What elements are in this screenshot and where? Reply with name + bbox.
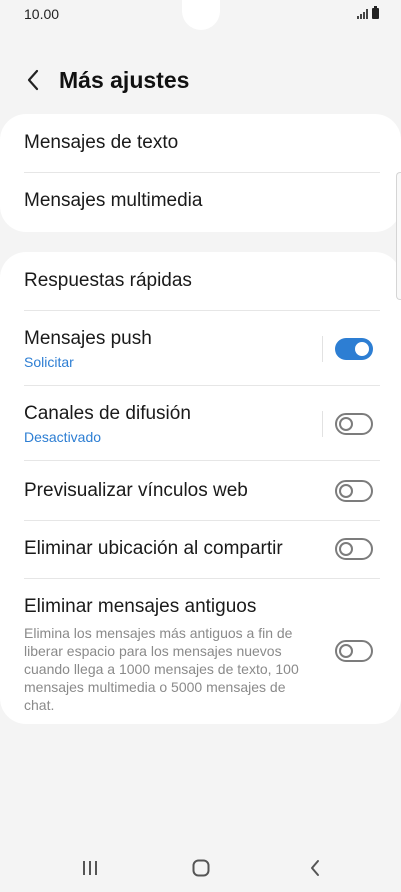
toggle-knob [339,484,353,498]
back-button[interactable] [18,64,48,96]
settings-card-messages: Mensajes de texto Mensajes multimedia [0,114,401,232]
battery-icon [372,6,379,19]
vertical-divider [322,336,323,362]
setting-description: Elimina los mensajes más antiguos a fin … [24,625,299,713]
broadcast-channels-toggle[interactable] [335,413,373,435]
delete-old-messages-switch-area [335,640,373,662]
home-button[interactable] [181,854,221,882]
push-messages-toggle[interactable] [335,338,373,360]
setting-title: Eliminar ubicación al compartir [24,538,283,559]
page-title: Más ajustes [59,67,190,93]
toggle-knob [353,340,371,358]
setting-title: Mensajes multimedia [24,190,203,211]
delete-old-messages-toggle[interactable] [335,640,373,662]
setting-quick-responses[interactable]: Respuestas rápidas [24,270,380,292]
setting-text-messages[interactable]: Mensajes de texto [24,132,380,154]
setting-preview-web-links[interactable]: Previsualizar vínculos web [24,480,380,502]
divider [24,172,380,173]
home-icon [192,859,210,877]
remove-location-toggle[interactable] [335,538,373,560]
scrollbar[interactable] [396,172,401,300]
settings-card-options: Respuestas rápidas Mensajes push Solicit… [0,252,401,724]
toggle-knob [339,644,353,658]
setting-title: Mensajes de texto [24,132,179,153]
setting-title: Previsualizar vínculos web [24,480,248,501]
status-bar: 10.00 [0,0,401,30]
divider [24,310,380,311]
navigation-bar [0,846,401,892]
setting-multimedia-messages[interactable]: Mensajes multimedia [24,190,380,212]
preview-web-links-switch-area [335,480,373,502]
recents-icon [83,861,97,875]
camera-notch [182,0,220,30]
status-icons [357,6,379,19]
divider [24,460,380,461]
signal-icon [357,9,368,19]
chevron-left-icon [27,69,39,91]
toggle-knob [339,417,353,431]
preview-web-links-toggle[interactable] [335,480,373,502]
recents-button[interactable] [70,854,110,882]
remove-location-switch-area [335,538,373,560]
system-back-button[interactable] [295,854,335,882]
setting-delete-old-messages[interactable]: Eliminar mensajes antiguos Elimina los m… [24,596,380,714]
app-header: Más ajustes [0,56,401,106]
divider [24,578,380,579]
broadcast-channels-switch-area [322,411,373,437]
setting-title: Eliminar mensajes antiguos [24,596,257,617]
setting-title: Respuestas rápidas [24,270,192,291]
status-time: 10.00 [24,6,60,22]
setting-remove-location[interactable]: Eliminar ubicación al compartir [24,538,380,560]
back-icon [311,860,319,876]
divider [24,520,380,521]
toggle-knob [339,542,353,556]
vertical-divider [322,411,323,437]
divider [24,385,380,386]
push-messages-switch-area [322,336,373,362]
